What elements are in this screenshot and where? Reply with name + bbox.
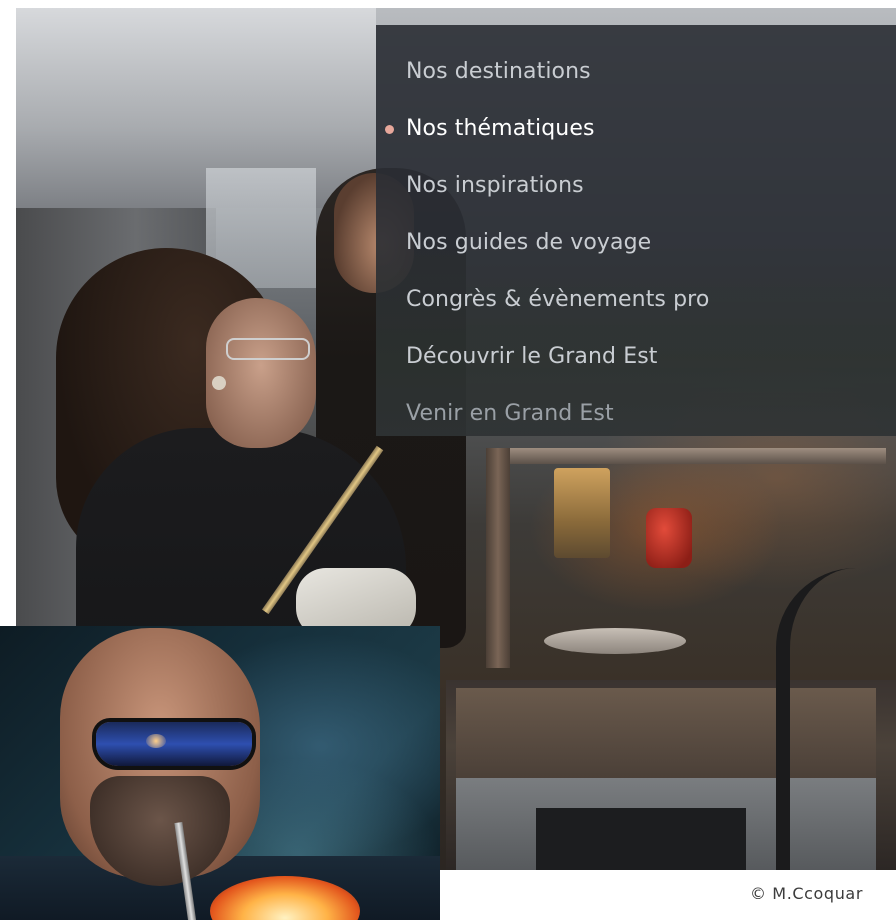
nav-item-decouvrir-grand-est[interactable]: Découvrir le Grand Est — [376, 328, 896, 385]
nav-item-guides-de-voyage[interactable]: Nos guides de voyage — [376, 214, 896, 271]
photo-woman-face — [206, 298, 316, 448]
photo-goggle-reflection — [146, 734, 166, 748]
photo-glass-block — [554, 468, 610, 558]
main-nav-menu: Nos destinations Nos thématiques Nos ins… — [376, 25, 896, 436]
photo-credit: © M.Ccoquar — [750, 884, 864, 903]
photo-red-canister — [646, 508, 692, 568]
photo-turntable-disc — [544, 628, 686, 654]
nav-item-label: Nos inspirations — [406, 173, 584, 198]
photo-cabinet-opening — [536, 808, 746, 870]
active-indicator-dot-icon — [385, 124, 394, 134]
photo-safety-glasses — [226, 338, 310, 360]
glassblower-photo — [0, 626, 440, 920]
photo-ceiling — [16, 8, 376, 208]
nav-item-thematiques[interactable]: Nos thématiques — [376, 100, 896, 157]
photo-goggles — [96, 722, 252, 766]
nav-item-inspirations[interactable]: Nos inspirations — [376, 157, 896, 214]
photo-hoses — [776, 568, 896, 870]
nav-item-destinations[interactable]: Nos destinations — [376, 43, 896, 100]
nav-item-venir-grand-est[interactable]: Venir en Grand Est — [376, 385, 896, 436]
nav-item-label: Nos guides de voyage — [406, 230, 652, 255]
nav-item-congres-evenements[interactable]: Congrès & évènements pro — [376, 271, 896, 328]
nav-item-label: Nos destinations — [406, 59, 591, 84]
photo-machine-bar — [486, 448, 886, 464]
nav-item-label: Découvrir le Grand Est — [406, 344, 658, 369]
nav-item-label: Nos thématiques — [406, 116, 595, 141]
photo-earplug — [212, 376, 226, 390]
photo-machine-rod — [486, 448, 510, 668]
nav-item-label: Congrès & évènements pro — [406, 287, 710, 312]
nav-item-label: Venir en Grand Est — [406, 401, 614, 426]
nav-list: Nos destinations Nos thématiques Nos ins… — [376, 43, 896, 436]
